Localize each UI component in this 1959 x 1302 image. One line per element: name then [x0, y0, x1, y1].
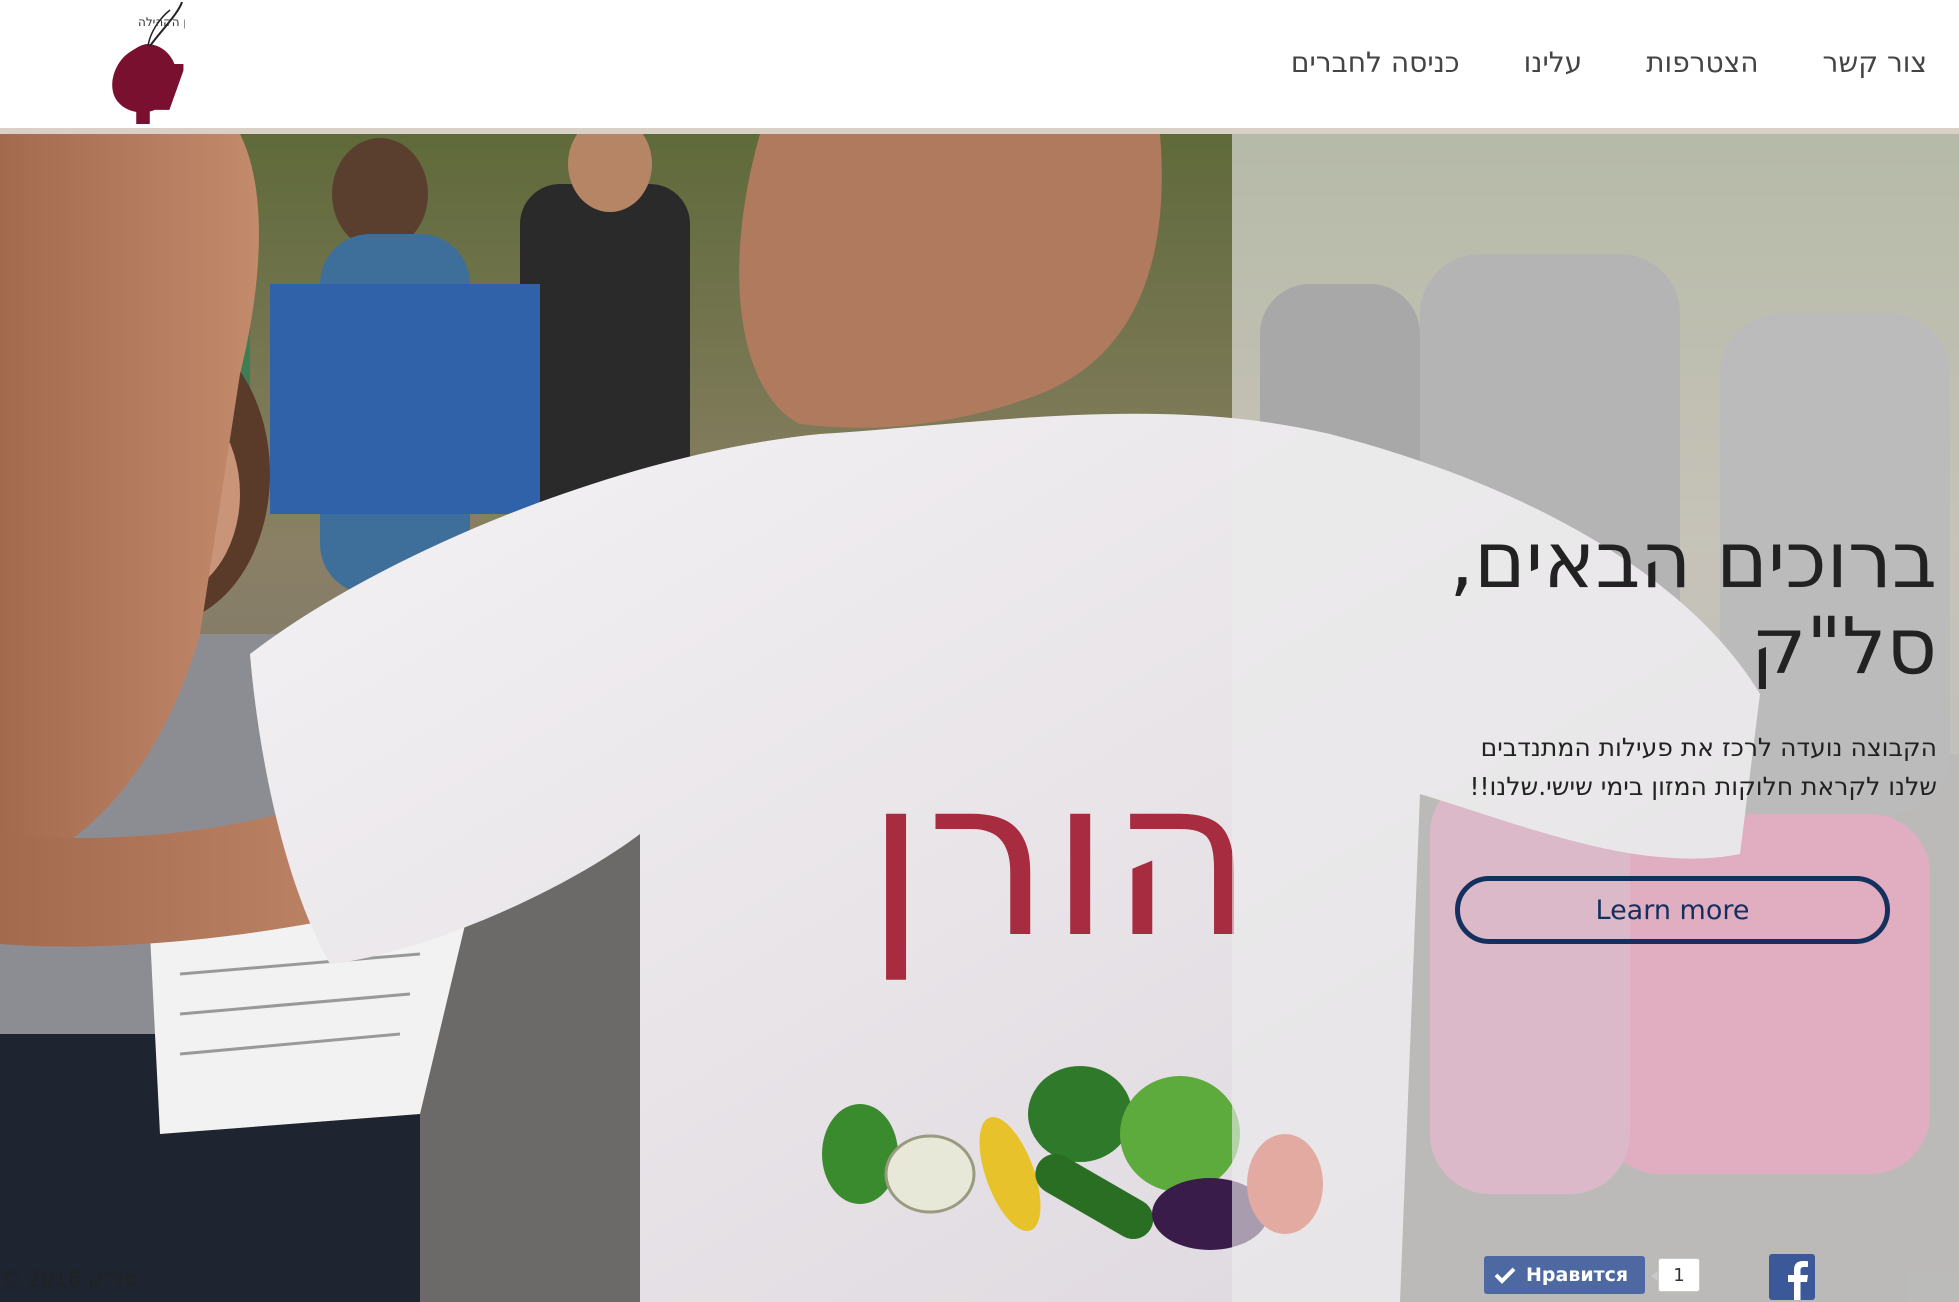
facebook-icon[interactable] — [1769, 1254, 1815, 1300]
facebook-like-button[interactable]: Нравится — [1484, 1256, 1645, 1294]
salak-logo[interactable]: סלק סטודנטים למען הקהילה — [10, 2, 185, 124]
main-nav: כניסה לחברים עלינו הצטרפות צור קשר — [1291, 46, 1927, 79]
logo-wordmark: סלק — [128, 32, 185, 124]
hero-title-line1: ברוכים הבאים, — [1449, 516, 1937, 606]
like-count-badge: 1 — [1651, 1258, 1700, 1292]
nav-item-members-login[interactable]: כניסה לחברים — [1291, 46, 1460, 79]
site-header: סלק סטודנטים למען הקהילה כניסה לחברים על… — [0, 0, 1959, 134]
like-label: Нравится — [1526, 1264, 1629, 1286]
nav-item-join[interactable]: הצטרפות — [1646, 46, 1758, 79]
hero-section: הורן ברוכים הבאים, סל"ק הקבוצה נועדה לרכ… — [0, 134, 1959, 1302]
hero-text-overlay — [1232, 134, 1959, 1302]
shirt-print-name: הורן — [866, 730, 1254, 986]
hero-title-line2: סל"ק — [1750, 602, 1937, 692]
hero-description-line1: הקבוצה נועדה לרכז את פעילות המתנדבים — [1480, 733, 1937, 762]
check-icon — [1494, 1267, 1516, 1284]
nav-item-contact[interactable]: צור קשר — [1823, 46, 1927, 79]
copyright-text: סל"ק 2016 © — [0, 1267, 138, 1291]
learn-more-button[interactable]: Learn more — [1455, 876, 1890, 944]
hero-description: הקבוצה נועדה לרכז את פעילות המתנדבים שלנ… — [1217, 728, 1937, 806]
logo-tagline: סטודנטים למען הקהילה — [138, 15, 185, 29]
nav-item-about[interactable]: עלינו — [1524, 46, 1583, 79]
hero-title: ברוכים הבאים, סל"ק — [1217, 518, 1937, 690]
hero-description-line2: שלנו לקראת חלוקות המזון בימי שישי.שלנו!! — [1469, 772, 1937, 801]
